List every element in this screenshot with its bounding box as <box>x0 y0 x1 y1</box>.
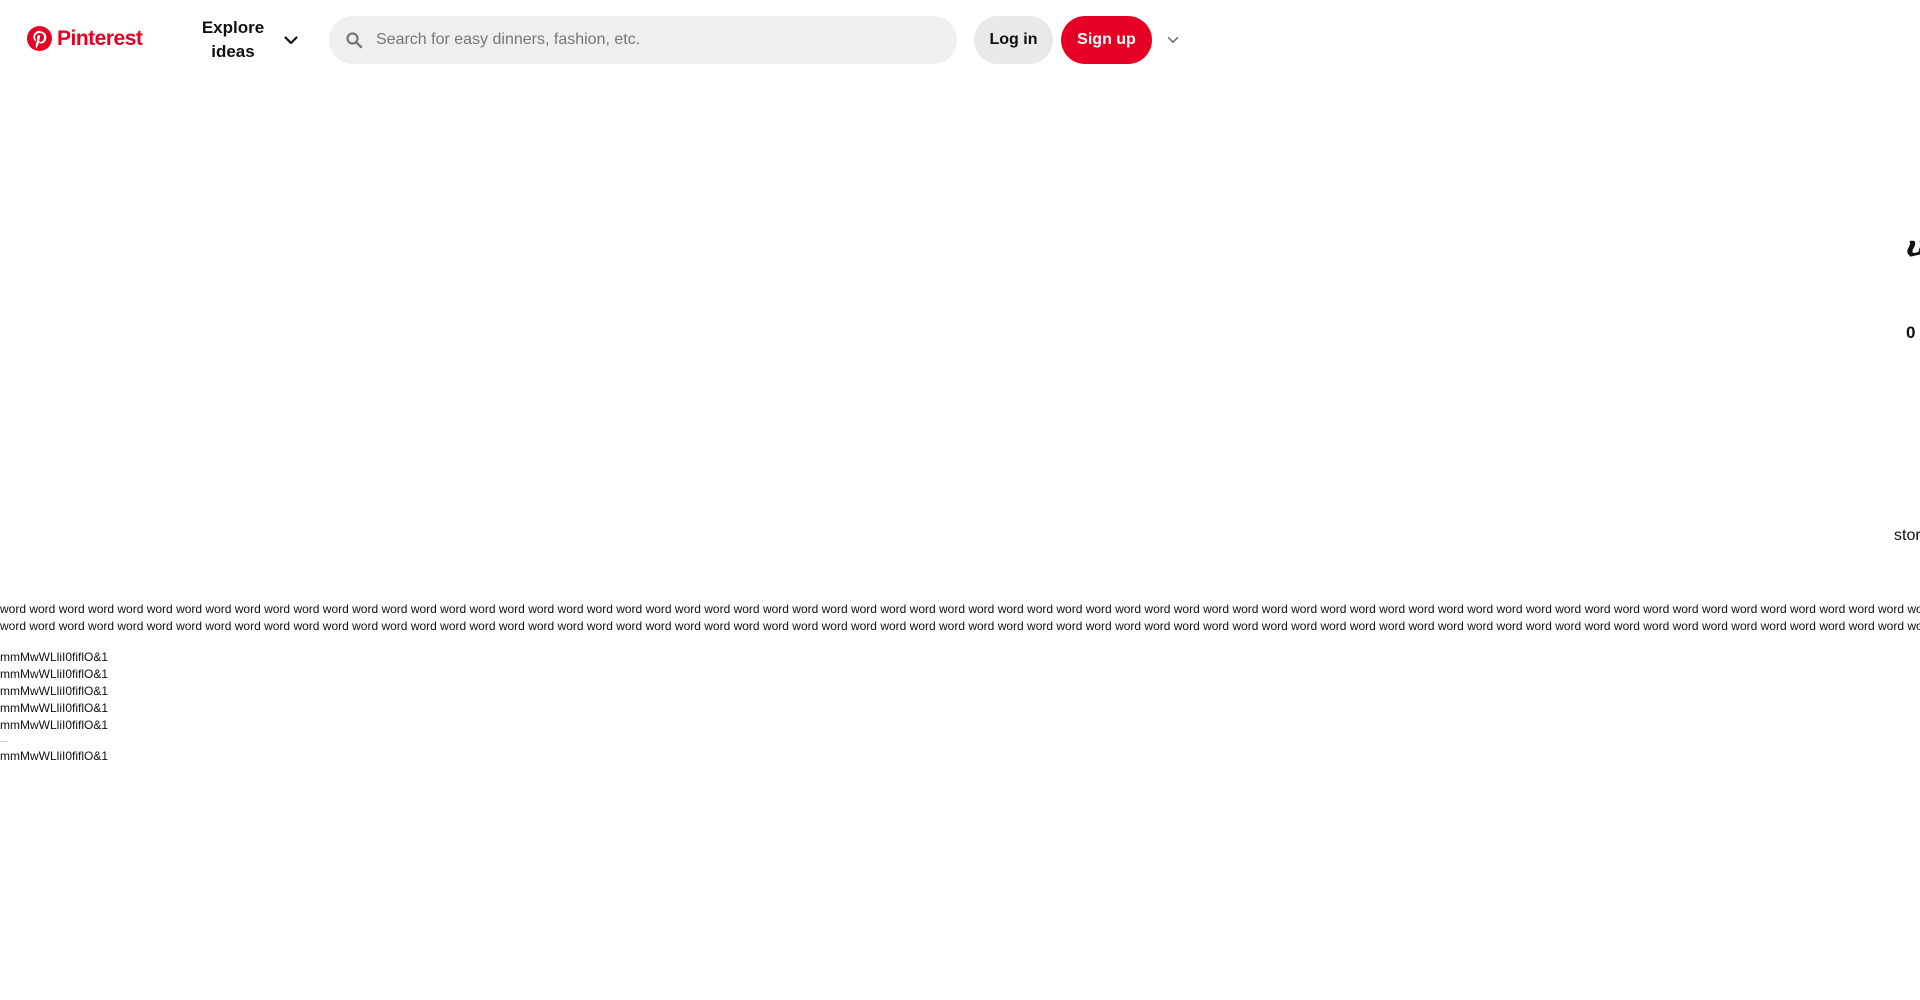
pinterest-wordmark: Pinterest <box>57 26 143 50</box>
search-bar[interactable] <box>329 16 957 64</box>
glyph-line: mmMwWLliI0fiflO&1 <box>0 650 109 664</box>
sign-up-button[interactable]: Sign up <box>1061 16 1152 64</box>
more-options-button[interactable] <box>1161 28 1185 52</box>
divider <box>0 741 8 742</box>
pinterest-logo-link[interactable]: Pinterest <box>27 26 143 51</box>
glyph-line: mmMwWLliI0fiflO&1 <box>0 667 109 681</box>
word-line: word word word word word word word word … <box>0 602 1920 616</box>
explore-ideas-label: Explore ideas <box>201 18 265 61</box>
glyph-line: mmMwWLliI0fiflO&1 <box>0 718 109 732</box>
glyph-line: mmMwWLliI0fiflO&1 <box>0 701 109 715</box>
clipped-store-text: stor <box>1894 527 1920 544</box>
top-navigation-bar: Pinterest Explore ideas Log in Sign up <box>0 0 1920 80</box>
word-test-block: word word word word word word word word … <box>0 601 1920 635</box>
glyph-test-block: mmMwWLliI0fiflO&1 mmMwWLliI0fiflO&1 mmMw… <box>0 649 108 765</box>
explore-ideas-menu[interactable]: Explore ideas <box>193 16 305 64</box>
chevron-down-icon <box>284 36 298 45</box>
log-in-button[interactable]: Log in <box>974 16 1053 64</box>
search-icon <box>346 32 363 49</box>
clipped-heading-glyph: ሠ <box>1906 226 1920 269</box>
glyph-line: mmMwWLliI0fiflO&1 <box>0 684 109 698</box>
pinterest-logo-icon <box>27 26 52 51</box>
clipped-count-text: 0 <box>1906 323 1916 342</box>
chevron-down-icon <box>1167 36 1179 44</box>
word-line: word word word word word word word word … <box>0 619 1920 633</box>
glyph-line: mmMwWLliI0fiflO&1 <box>0 749 109 763</box>
search-input[interactable] <box>374 30 938 50</box>
